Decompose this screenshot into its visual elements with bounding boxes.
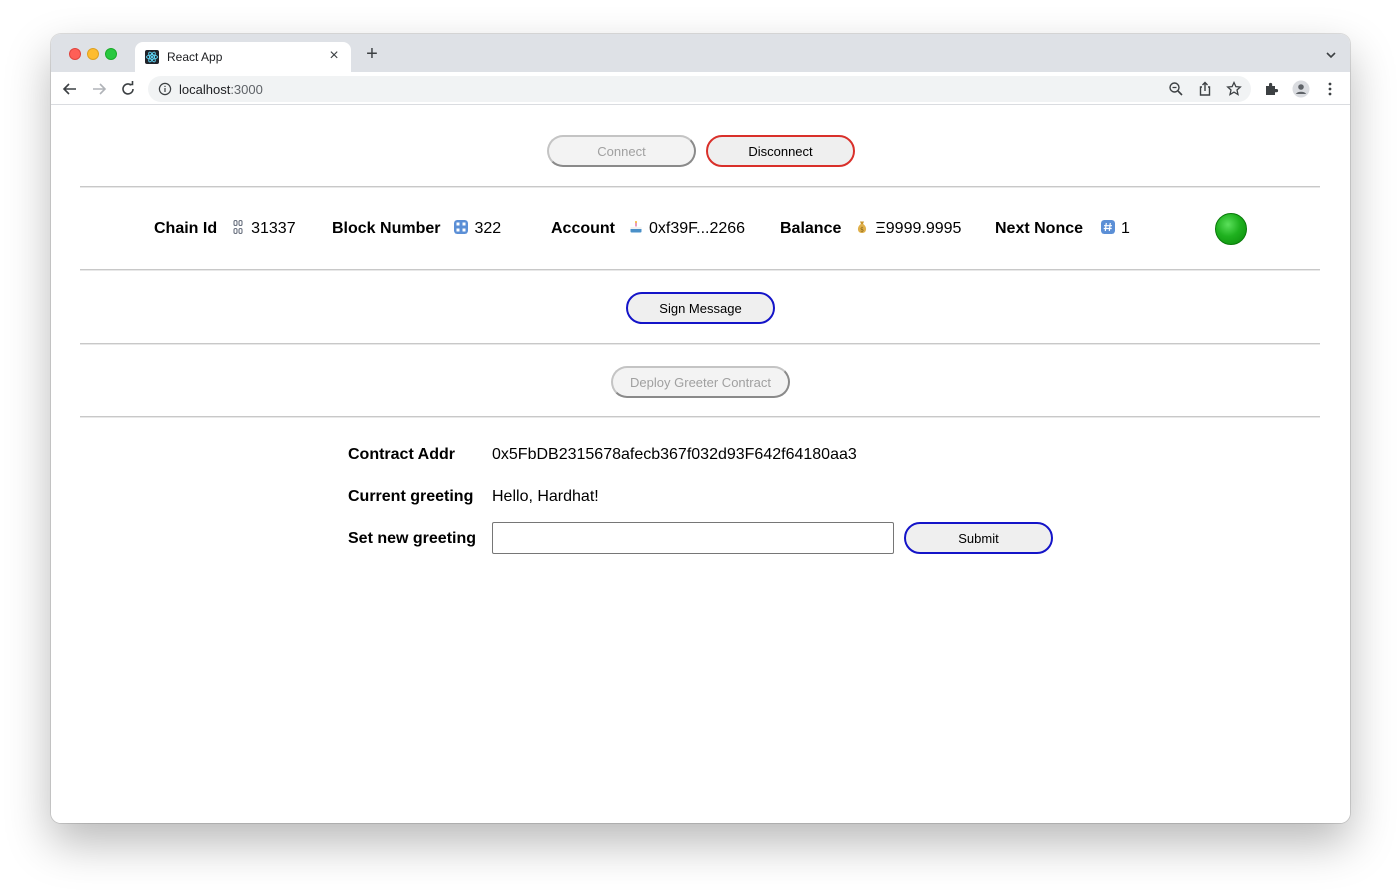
bookmark-star-icon[interactable]	[1225, 80, 1243, 98]
zoom-icon[interactable]	[1167, 80, 1185, 98]
block-number-label: Block Number	[332, 220, 441, 237]
reload-icon[interactable]	[119, 80, 137, 98]
next-nonce-stat: Next Nonce 1	[995, 220, 1130, 238]
contract-addr-value: 0x5FbDB2315678afecb367f032d93F642f64180a…	[492, 446, 857, 463]
url-host: localhost	[179, 82, 231, 97]
account-label: Account	[551, 220, 615, 237]
block-number-value: 322	[474, 220, 502, 237]
divider	[80, 269, 1320, 271]
forward-arrow-icon[interactable]	[90, 80, 108, 98]
balance-stat: Balance $ Ξ9999.9995	[780, 220, 961, 238]
chain-id-value: 31337	[251, 220, 296, 237]
profile-avatar-icon[interactable]	[1292, 80, 1310, 98]
sign-message-button[interactable]: Sign Message	[626, 292, 775, 324]
submit-button[interactable]: Submit	[904, 522, 1053, 554]
divider	[80, 343, 1320, 345]
block-number-stat: Block Number 322	[332, 220, 501, 238]
tab-strip: React App × +	[51, 34, 1350, 72]
url-port: :3000	[230, 82, 263, 97]
chain-id-label: Chain Id	[154, 220, 218, 237]
share-icon[interactable]	[1196, 80, 1214, 98]
greeting-input[interactable]	[492, 522, 894, 554]
next-nonce-value: 1	[1121, 220, 1130, 237]
current-greeting-label: Current greeting	[348, 488, 474, 505]
next-nonce-label: Next Nonce	[995, 220, 1084, 237]
balance-value: Ξ9999.9995	[875, 220, 962, 237]
cake-icon	[630, 221, 642, 233]
numbers-icon	[454, 220, 469, 234]
money-bag-icon: $	[858, 221, 867, 233]
connect-button[interactable]: Connect	[547, 135, 696, 167]
deploy-greeter-contract-button[interactable]: Deploy Greeter Contract	[611, 366, 790, 398]
link-icon	[233, 220, 243, 234]
back-arrow-icon[interactable]	[61, 80, 79, 98]
set-greeting-label: Set new greeting	[348, 530, 477, 547]
svg-text:$: $	[860, 226, 864, 233]
current-greeting-value: Hello, Hardhat!	[492, 488, 599, 505]
address-bar[interactable]: localhost:3000	[148, 76, 1251, 102]
browser-toolbar: localhost:3000	[51, 72, 1350, 105]
maximize-window-button[interactable]	[105, 48, 117, 60]
chevron-down-icon[interactable]	[1324, 48, 1338, 62]
minimize-window-button[interactable]	[87, 48, 99, 60]
extensions-icon[interactable]	[1263, 80, 1281, 98]
balance-label: Balance	[780, 220, 842, 237]
browser-window: React App × + localhost:3000 Connect Dis…	[51, 34, 1350, 823]
url-text: localhost:3000	[179, 82, 263, 97]
tab-title: React App	[167, 50, 223, 64]
close-tab-icon[interactable]: ×	[325, 47, 343, 65]
connection-status-indicator	[1215, 213, 1247, 245]
new-tab-button[interactable]: +	[361, 44, 383, 66]
react-icon	[145, 50, 159, 64]
contract-addr-label: Contract Addr	[348, 446, 455, 463]
page-content: Connect Disconnect Chain Id 31337 Block …	[51, 106, 1350, 823]
tab-react-app[interactable]: React App ×	[135, 42, 351, 72]
disconnect-button[interactable]: Disconnect	[706, 135, 855, 167]
divider	[80, 416, 1320, 418]
hash-icon	[1101, 220, 1116, 234]
account-stat: Account 0xf39F...2266	[551, 220, 745, 238]
close-window-button[interactable]	[69, 48, 81, 60]
info-icon[interactable]	[158, 82, 172, 96]
divider	[80, 186, 1320, 188]
chain-id-stat: Chain Id 31337	[154, 220, 296, 238]
more-menu-icon[interactable]	[1321, 80, 1339, 98]
account-value: 0xf39F...2266	[649, 220, 746, 237]
